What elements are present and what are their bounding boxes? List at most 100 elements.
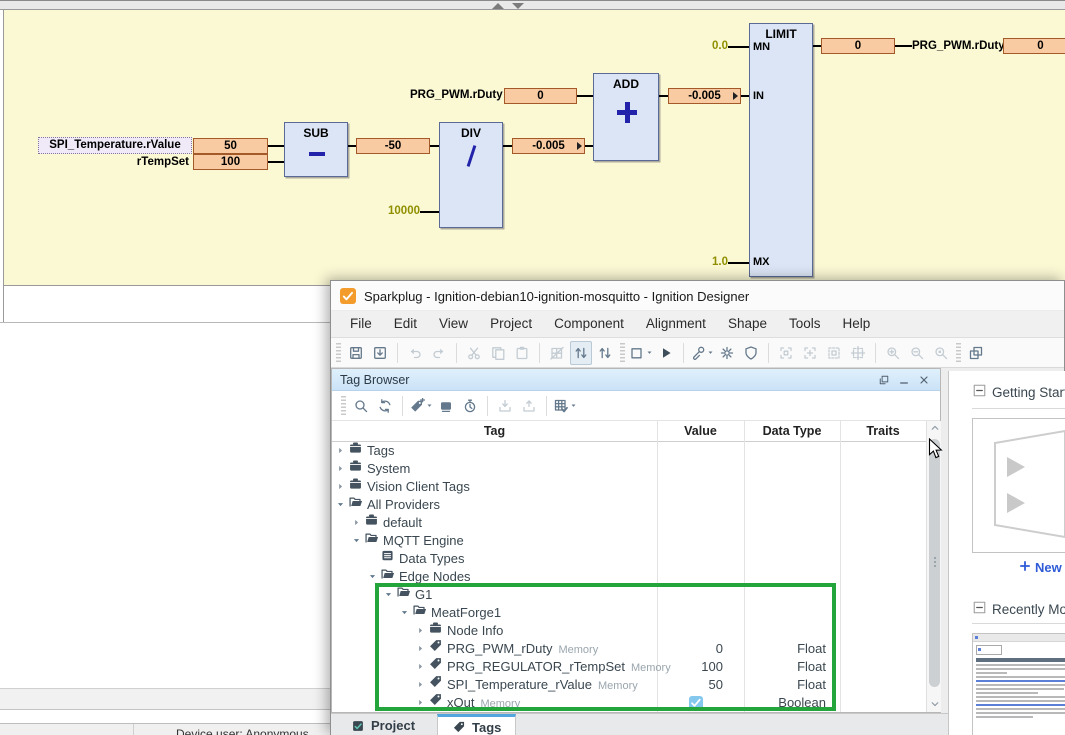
wrench-button[interactable] [690,341,714,365]
fbd-watch-limit-out[interactable]: 0 [821,38,895,54]
scrollbar-up-button[interactable] [927,421,942,436]
fbd-watch-add-out[interactable]: -0.005 [668,88,741,104]
fit-expand-button[interactable] [775,341,797,365]
dropdown-caret-icon[interactable] [426,402,433,409]
fbd-operand-pwm-out[interactable]: PRG_PWM.rDuty [912,39,1002,54]
collapse-icon[interactable] [973,601,986,617]
column-traits[interactable]: Traits [840,424,926,438]
toolbar-grip[interactable] [620,343,625,363]
fbd-operand-spi-temperature[interactable]: SPI_Temperature.rValue [38,137,192,154]
toolbar-grip[interactable] [336,343,341,363]
grid-check-button[interactable] [553,394,577,418]
scrollbar-down-button[interactable] [927,697,942,712]
refresh-button[interactable] [374,394,396,418]
dropdown-caret-icon[interactable] [570,402,577,409]
new-link[interactable]: New M [1019,560,1065,575]
cut-button[interactable] [463,341,485,365]
menu-view[interactable]: View [428,311,479,337]
paste-button[interactable] [511,341,533,365]
tab-tags[interactable]: Tags [437,714,516,735]
column-datatype[interactable]: Data Type [744,424,840,438]
fbd-constant-min[interactable]: 0.0 [690,39,728,53]
fbd-block-div[interactable]: DIV [439,122,503,228]
fbd-watch-spi-value[interactable]: 50 [193,138,268,154]
column-value[interactable]: Value [657,424,744,438]
recently-modified-header[interactable]: Recently Modif [973,601,1065,617]
fbd-block-add[interactable]: ADD [593,73,659,161]
dropdown-caret-icon[interactable] [646,349,653,356]
undo-button[interactable] [404,341,426,365]
menu-alignment[interactable]: Alignment [635,311,717,337]
tag-row-default[interactable]: default [332,514,927,532]
play-button[interactable] [655,341,677,365]
fit-collapse-button[interactable] [799,341,821,365]
gear-button[interactable] [716,341,738,365]
recently-modified-thumbnail[interactable] [972,633,1065,735]
menu-shape[interactable]: Shape [717,311,778,337]
fit-width-button[interactable] [823,341,845,365]
splitter-up-icon[interactable] [492,3,504,9]
fit-selection-button[interactable] [847,341,869,365]
import-button[interactable] [494,394,516,418]
expand-right-icon[interactable] [336,460,347,478]
fbd-constant-max[interactable]: 1.0 [690,255,728,269]
scrollbar-thumb[interactable] [929,439,940,687]
float-panel-button[interactable] [878,373,890,391]
zoom-in-button[interactable] [882,341,904,365]
redo-button[interactable] [428,341,450,365]
tag-row-system[interactable]: System [332,460,927,478]
fbd-operand-rtempset[interactable]: rTempSet [120,155,189,170]
shape-square-button[interactable] [629,341,653,365]
splitter-down-icon[interactable] [512,3,524,9]
save-button[interactable] [345,341,367,365]
copy-button[interactable] [487,341,509,365]
fbd-block-limit[interactable]: LIMIT MN IN MX [749,23,813,277]
menu-edit[interactable]: Edit [383,311,428,337]
zoom-fit-button[interactable] [930,341,952,365]
panel-button[interactable] [965,341,987,365]
dropdown-caret-icon[interactable] [707,349,714,356]
menu-tools[interactable]: Tools [778,311,832,337]
vertical-splitter[interactable] [0,0,1065,10]
toolbar-grip[interactable] [341,396,346,416]
fbd-watch-pwm-out[interactable]: 0 [1003,38,1065,54]
drive-button[interactable] [435,394,457,418]
search-button[interactable] [350,394,372,418]
fbd-operand-pwm-in[interactable]: PRG_PWM.rDuty [410,88,501,103]
tag-table-header[interactable]: Tag Value Data Type Traits [332,421,940,442]
expand-right-icon[interactable] [336,478,347,496]
expand-right-icon[interactable] [352,514,363,532]
timer-button[interactable] [459,394,481,418]
tag-row-data-types[interactable]: Data Types [332,550,927,568]
horizontal-scrollbar[interactable] [0,688,330,710]
tag-row-tags[interactable]: Tags [332,442,927,460]
fbd-constant-10000[interactable]: 10000 [368,204,420,218]
minimize-panel-button[interactable] [898,373,910,391]
arrows-updown-button[interactable] [594,341,616,365]
menu-project[interactable]: Project [479,311,543,337]
menu-component[interactable]: Component [543,311,635,337]
zoom-out-button[interactable] [906,341,928,365]
expand-down-icon[interactable] [352,532,363,550]
arrows-updown-button[interactable] [570,341,592,365]
close-panel-button[interactable] [918,373,930,391]
save-alt-button[interactable] [369,341,391,365]
export-button[interactable] [518,394,540,418]
menu-file[interactable]: File [339,311,383,337]
fbd-watch-pwm-in[interactable]: 0 [504,88,577,104]
shield-button[interactable] [740,341,762,365]
fbd-watch-tempset-value[interactable]: 100 [193,154,268,170]
tag-plus-button[interactable] [409,394,433,418]
tag-row-vision-client-tags[interactable]: Vision Client Tags [332,478,927,496]
grid-off-button[interactable] [546,341,568,365]
fbd-block-sub[interactable]: SUB [284,122,348,177]
tag-row-mqtt-engine[interactable]: MQTT Engine [332,532,927,550]
column-tag[interactable]: Tag [332,424,657,438]
collapse-icon[interactable] [973,384,986,400]
getting-started-thumbnail[interactable] [972,418,1065,553]
fbd-watch-sub-out[interactable]: -50 [356,138,430,154]
tag-browser-header[interactable]: Tag Browser [332,369,940,391]
tab-project[interactable]: Project [337,714,429,735]
tag-row-all-providers[interactable]: All Providers [332,496,927,514]
menu-help[interactable]: Help [832,311,882,337]
